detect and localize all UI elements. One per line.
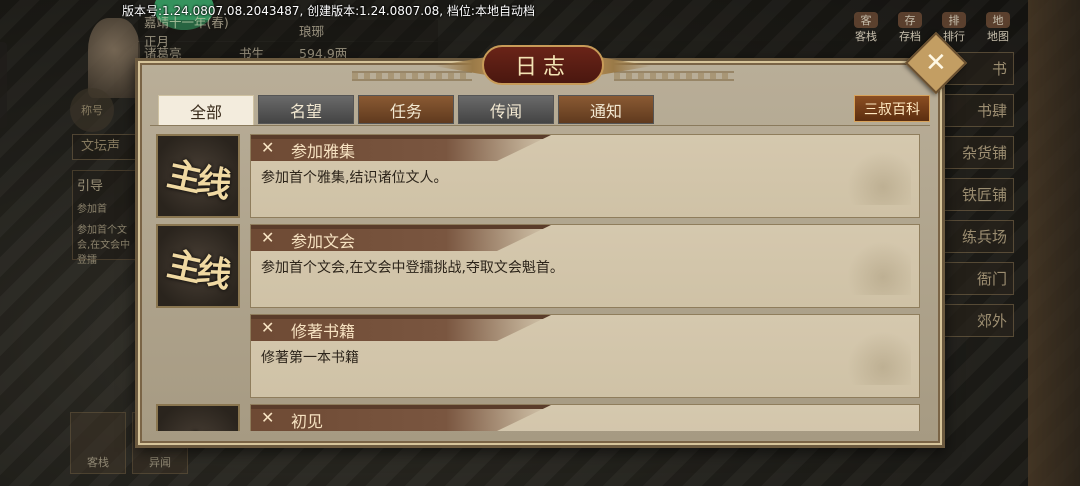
tab-reputation[interactable]: 名望 (258, 95, 354, 124)
badge-text: 主线 (163, 243, 231, 296)
log-entry[interactable]: 传 ✕ 初见 (150, 400, 920, 431)
main-quest-badge: 主线 (156, 224, 240, 308)
menu-item-training[interactable]: 练兵场 (940, 220, 1014, 253)
log-tabs: 全部 名望 任务 传闻 通知 (158, 95, 654, 126)
entry-description: 修著第一本书籍 (261, 350, 359, 366)
entry-title: 初见 (291, 412, 324, 431)
log-list[interactable]: 主线 ✕ 参加雅集 参加首个雅集,结识诸位文人。 主线 ✕ 参加文会 参加首个文… (150, 125, 930, 431)
log-entry[interactable]: 主线 ✕ 参加文会 参加首个文会,在文会中登擂挑战,夺取文会魁首。 (150, 220, 920, 308)
landscape-decoration (841, 145, 911, 205)
inn-icon: 客 (854, 12, 878, 28)
entry-card: ✕ 初见 (250, 404, 920, 431)
menu-item-yamen[interactable]: 衙门 (940, 262, 1014, 295)
dialog-title: 日志 (482, 45, 604, 85)
right-scroll-border (1028, 0, 1080, 486)
entry-title: 参加文会 (291, 232, 356, 251)
encyclopedia-button[interactable]: 三叔百科 (854, 95, 930, 122)
main-quest-badge: 主线 (156, 134, 240, 218)
side-handle[interactable] (0, 42, 7, 128)
tab-rumors[interactable]: 传闻 (458, 95, 554, 124)
inn-label: 客栈 (855, 30, 877, 43)
guide-title: 引导 (77, 179, 104, 194)
location-text: 琅琊 (299, 24, 325, 39)
save-icon: 存 (898, 12, 922, 28)
menu-item-smithy[interactable]: 铁匠铺 (940, 178, 1014, 211)
guide-panel[interactable]: 引导 参加首 参加首个文会,在文会中登擂 (72, 170, 142, 266)
tab-all[interactable]: 全部 (158, 95, 254, 126)
inn-bottom-button[interactable]: 客栈 (70, 412, 126, 474)
tab-quests[interactable]: 任务 (358, 95, 454, 124)
title-ornament-right (614, 71, 734, 81)
cross-icon: ✕ (261, 318, 275, 337)
cross-icon: ✕ (261, 408, 275, 427)
cross-icon: ✕ (261, 138, 275, 157)
menu-item-outskirts[interactable]: 郊外 (940, 304, 1014, 337)
location-menu: 书 书肆 杂货铺 铁匠铺 练兵场 衙门 郊外 (940, 52, 1014, 346)
landscape-decoration (841, 235, 911, 295)
rumor-badge: 传 (156, 404, 240, 431)
entry-title: 修著书籍 (291, 322, 356, 341)
info-row-date: 嘉靖十一年(春) 正月 琅琊 (138, 15, 438, 49)
menu-item-grocery[interactable]: 杂货铺 (940, 136, 1014, 169)
landscape-decoration (841, 325, 911, 385)
entry-description: 参加首个文会,在文会中登擂挑战,夺取文会魁首。 (261, 260, 564, 276)
cross-icon: ✕ (261, 228, 275, 247)
log-entry[interactable]: 主线 ✕ 参加雅集 参加首个雅集,结识诸位文人。 (150, 130, 920, 218)
entry-card: ✕ 修著书籍 修著第一本书籍 (250, 314, 920, 398)
entry-card: ✕ 参加雅集 参加首个雅集,结识诸位文人。 (250, 134, 920, 218)
title-button[interactable]: 称号 (70, 88, 114, 132)
close-icon: ✕ (925, 47, 947, 78)
menu-item-bookstore[interactable]: 书肆 (940, 94, 1014, 127)
save-button[interactable]: 存存档 (892, 12, 928, 43)
entry-description: 参加首个雅集,结识诸位文人。 (261, 170, 448, 186)
entry-card: ✕ 参加文会 参加首个文会,在文会中登擂挑战,夺取文会魁首。 (250, 224, 920, 308)
inn-button[interactable]: 客客栈 (848, 12, 884, 43)
version-text: 版本号:1.24.0807.08.2043487, 创建版本:1.24.0807… (122, 4, 535, 18)
avatar[interactable] (88, 18, 140, 98)
badge-text: 传 (178, 419, 218, 431)
entry-title: 参加雅集 (291, 142, 356, 161)
map-label: 地图 (987, 30, 1009, 43)
log-dialog: 日志 ✕ 全部 名望 任务 传闻 通知 三叔百科 主线 ✕ 参加雅集 参加首个雅… (135, 31, 968, 448)
map-icon: 地 (986, 12, 1010, 28)
save-label: 存档 (899, 30, 921, 43)
dialog-title-text: 日志 (514, 55, 571, 80)
ranking-icon: 排 (942, 12, 966, 28)
tab-notices[interactable]: 通知 (558, 95, 654, 124)
title-ornament-left (352, 71, 472, 81)
guide-item: 参加首个文会,在文会中登擂 (77, 225, 131, 266)
log-entry[interactable]: ✕ 修著书籍 修著第一本书籍 (150, 310, 920, 398)
badge-text: 主线 (163, 153, 231, 206)
map-button[interactable]: 地地图 (980, 12, 1016, 43)
literary-fame-box[interactable]: 文坛声 (72, 134, 142, 160)
guide-item: 参加首 (77, 204, 107, 215)
